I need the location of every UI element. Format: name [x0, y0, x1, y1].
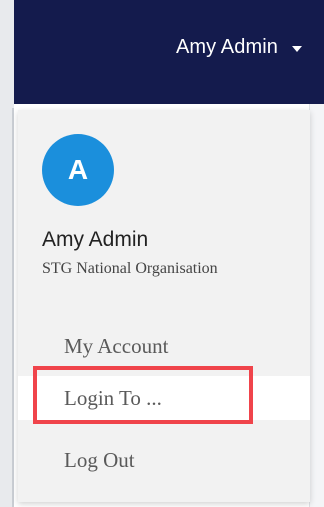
- caret-down-icon: [292, 45, 302, 52]
- top-navigation-bar: Amy Admin: [14, 0, 324, 104]
- login-to-menu-item[interactable]: Login To ...: [18, 376, 310, 420]
- profile-name: Amy Admin: [42, 228, 149, 251]
- avatar-initial: A: [67, 154, 89, 185]
- user-dropdown-menu: A Amy Admin STG National Organisation My…: [18, 110, 310, 502]
- profile-organisation: STG National Organisation: [42, 260, 218, 277]
- right-edge-strip: [309, 104, 324, 507]
- left-rail: [0, 0, 14, 507]
- my-account-menu-item[interactable]: My Account: [18, 324, 310, 368]
- avatar: A: [42, 134, 114, 206]
- user-menu-trigger[interactable]: Amy Admin: [176, 36, 302, 59]
- page: Amy Admin A Amy Admin STG National Organ…: [0, 0, 324, 507]
- user-menu-name: Amy Admin: [175, 36, 278, 58]
- log-out-menu-item[interactable]: Log Out: [18, 438, 310, 482]
- dropdown-menu-list: My Account Login To ... Log Out: [18, 324, 310, 482]
